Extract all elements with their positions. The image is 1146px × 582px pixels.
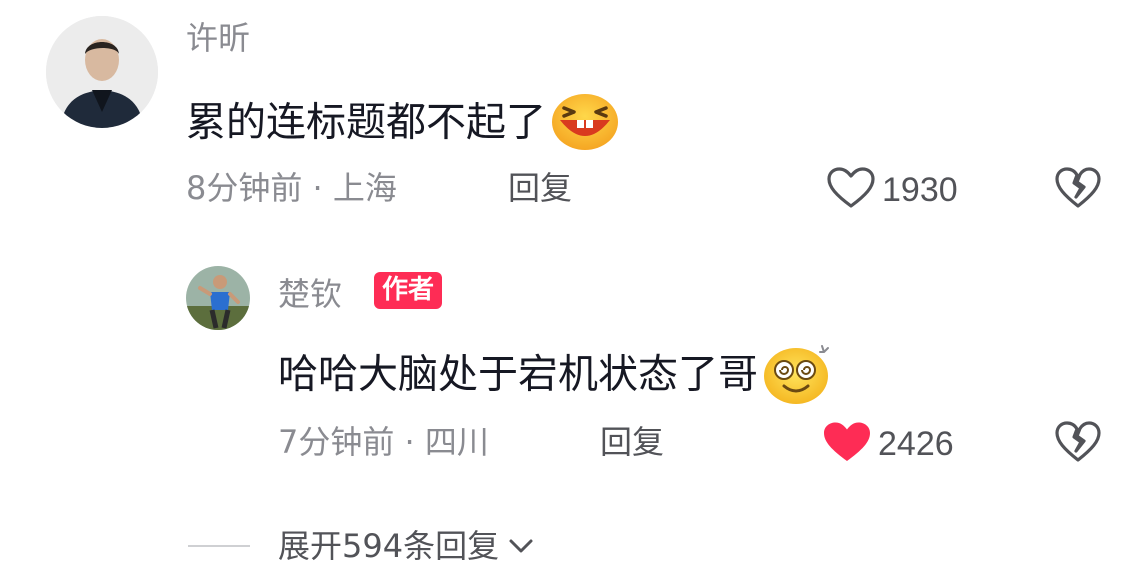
like-count: 2426 [878,425,954,463]
reply-item: 楚钦 作者 哈哈大脑处于宕机状态了哥 7分钟前 · 四川 回复 2426 [0,230,1146,490]
comment-text-body: 累的连标题都不起了 [186,99,546,146]
reply-button[interactable]: 回复 [600,426,664,458]
broken-heart-icon [1054,167,1102,214]
heart-outline-icon [826,166,876,214]
divider-line [188,545,250,547]
reply-button[interactable]: 回复 [508,172,572,204]
comment-username[interactable]: 许昕 [186,22,250,54]
dislike-button[interactable] [1054,420,1102,468]
like-count: 1930 [882,171,958,209]
expand-replies-label: 展开594条回复 [278,527,500,565]
avatar[interactable] [186,266,250,330]
comment-item: 许昕 累的连标题都不起了 8分钟前 · 上海 回复 1930 [0,0,1146,230]
reply-meta: 7分钟前 · 四川 [278,423,489,461]
dizzy-smile-emoji-icon [762,340,834,413]
comment-meta: 8分钟前 · 上海 [186,169,397,207]
expand-replies-button[interactable]: 展开594条回复 [188,530,535,562]
author-badge: 作者 [374,272,443,310]
broken-heart-icon [1054,421,1102,468]
reply-username[interactable]: 楚钦 [278,278,342,310]
reply-text-body: 哈哈大脑处于宕机状态了哥 [278,351,758,398]
reply-text: 哈哈大脑处于宕机状态了哥 [278,340,834,413]
heart-filled-icon [822,420,872,468]
laughing-emoji-icon [550,90,620,159]
dislike-button[interactable] [1054,166,1102,214]
like-button[interactable]: 2426 [822,420,954,468]
avatar[interactable] [46,16,158,128]
comment-text: 累的连标题都不起了 [186,90,620,159]
like-button[interactable]: 1930 [826,166,958,214]
chevron-down-icon [507,536,535,556]
